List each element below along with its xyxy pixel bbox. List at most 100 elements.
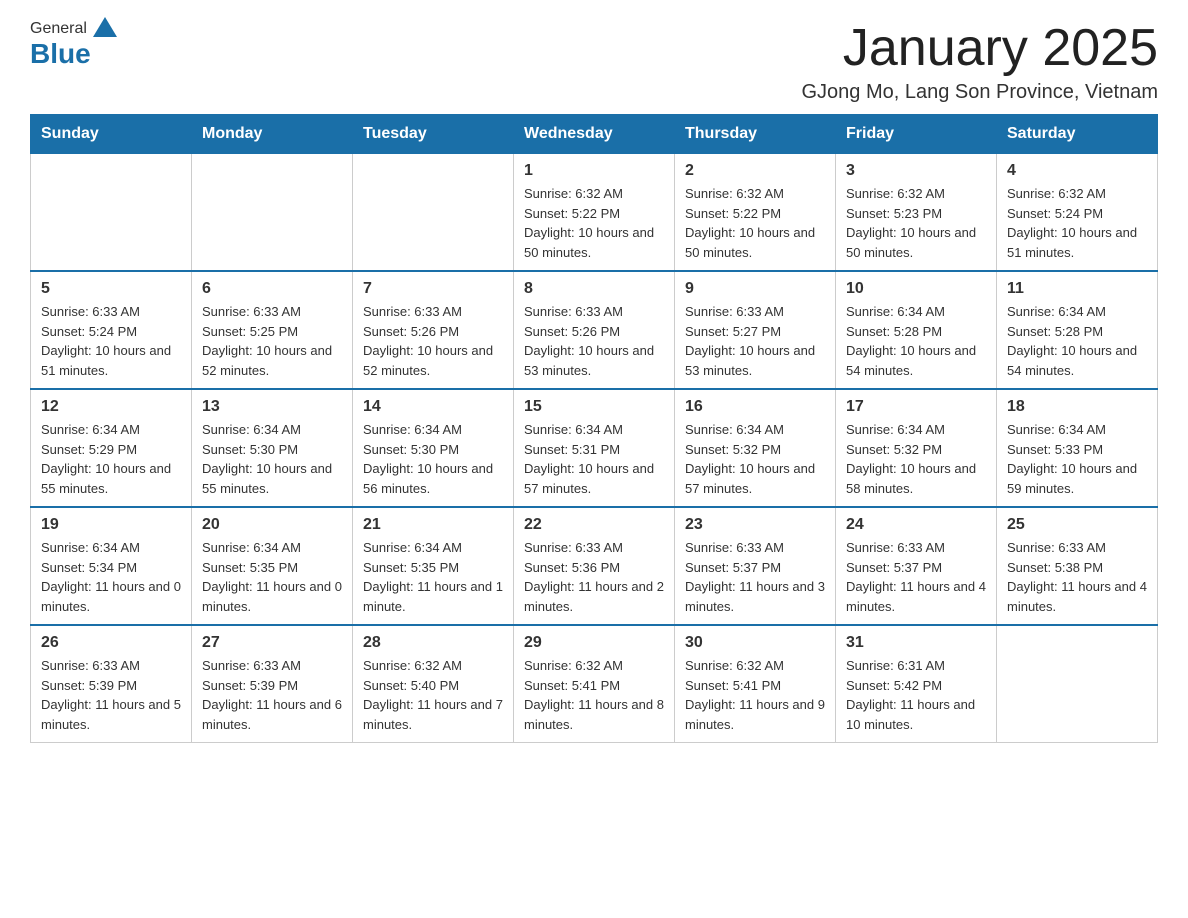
calendar-cell: 19 Sunrise: 6:34 AMSunset: 5:34 PMDayligh… — [31, 507, 192, 625]
day-info: Sunrise: 6:32 AMSunset: 5:41 PMDaylight:… — [524, 656, 664, 734]
day-info: Sunrise: 6:33 AMSunset: 5:27 PMDaylight:… — [685, 302, 825, 380]
day-info: Sunrise: 6:32 AMSunset: 5:41 PMDaylight:… — [685, 656, 825, 734]
day-info: Sunrise: 6:34 AMSunset: 5:35 PMDaylight:… — [202, 538, 342, 616]
calendar-cell: 24Sunrise: 6:33 AMSunset: 5:37 PMDayligh… — [836, 507, 997, 625]
day-number: 30 — [685, 634, 825, 652]
day-number: 11 — [1007, 280, 1147, 298]
col-monday: Monday — [192, 115, 353, 154]
calendar-cell — [31, 154, 192, 272]
day-number: 22 — [524, 516, 664, 534]
day-number: 8 — [524, 280, 664, 298]
col-thursday: Thursday — [675, 115, 836, 154]
day-info: Sunrise: 6:34 AMSunset: 5:30 PMDaylight:… — [363, 420, 503, 498]
page-header: General Blue January 2025 GJong Mo, Lang… — [30, 20, 1158, 104]
day-info: Sunrise: 6:32 AMSunset: 5:22 PMDaylight:… — [685, 184, 825, 262]
day-number: 7 — [363, 280, 503, 298]
page-subtitle: GJong Mo, Lang Son Province, Vietnam — [801, 81, 1158, 104]
day-number: 10 — [846, 280, 986, 298]
title-block: January 2025 GJong Mo, Lang Son Province… — [801, 20, 1158, 104]
day-info: Sunrise: 6:34 AMSunset: 5:31 PMDaylight:… — [524, 420, 664, 498]
day-number: 31 — [846, 634, 986, 652]
calendar-cell: 12 Sunrise: 6:34 AMSunset: 5:29 PMDayligh… — [31, 389, 192, 507]
calendar-cell — [353, 154, 514, 272]
day-info: Sunrise: 6:32 AMSunset: 5:24 PMDaylight:… — [1007, 184, 1147, 262]
calendar-body: 1 Sunrise: 6:32 AMSunset: 5:22 PMDaylight… — [31, 154, 1158, 743]
day-info: Sunrise: 6:33 AMSunset: 5:26 PMDaylight:… — [363, 302, 503, 380]
day-info: Sunrise: 6:34 AMSunset: 5:32 PMDaylight:… — [846, 420, 986, 498]
calendar-cell: 22Sunrise: 6:33 AMSunset: 5:36 PMDayligh… — [514, 507, 675, 625]
day-number: 13 — [202, 398, 342, 416]
calendar-cell: 13 Sunrise: 6:34 AMSunset: 5:30 PMDayligh… — [192, 389, 353, 507]
day-number: 12 — [41, 398, 181, 416]
day-number: 18 — [1007, 398, 1147, 416]
day-info: Sunrise: 6:32 AMSunset: 5:22 PMDaylight:… — [524, 184, 664, 262]
day-number: 16 — [685, 398, 825, 416]
page-title: January 2025 — [801, 20, 1158, 77]
day-info: Sunrise: 6:33 AMSunset: 5:39 PMDaylight:… — [202, 656, 342, 734]
day-info: Sunrise: 6:34 AMSunset: 5:29 PMDaylight:… — [41, 420, 181, 498]
col-friday: Friday — [836, 115, 997, 154]
calendar-cell: 9 Sunrise: 6:33 AMSunset: 5:27 PMDaylight… — [675, 271, 836, 389]
day-number: 4 — [1007, 162, 1147, 180]
calendar-cell: 21Sunrise: 6:34 AMSunset: 5:35 PMDayligh… — [353, 507, 514, 625]
calendar-cell: 6Sunrise: 6:33 AMSunset: 5:25 PMDaylight… — [192, 271, 353, 389]
calendar-cell — [997, 625, 1158, 743]
day-number: 6 — [202, 280, 342, 298]
calendar-header: Sunday Monday Tuesday Wednesday Thursday… — [31, 115, 1158, 154]
day-info: Sunrise: 6:32 AMSunset: 5:40 PMDaylight:… — [363, 656, 503, 734]
calendar-cell: 18 Sunrise: 6:34 AMSunset: 5:33 PMDayligh… — [997, 389, 1158, 507]
day-info: Sunrise: 6:34 AMSunset: 5:34 PMDaylight:… — [41, 538, 181, 616]
day-number: 25 — [1007, 516, 1147, 534]
day-number: 26 — [41, 634, 181, 652]
calendar-cell: 27 Sunrise: 6:33 AMSunset: 5:39 PMDayligh… — [192, 625, 353, 743]
day-number: 29 — [524, 634, 664, 652]
calendar-cell: 2 Sunrise: 6:32 AMSunset: 5:22 PMDaylight… — [675, 154, 836, 272]
day-info: Sunrise: 6:34 AMSunset: 5:28 PMDaylight:… — [1007, 302, 1147, 380]
day-number: 23 — [685, 516, 825, 534]
day-info: Sunrise: 6:33 AMSunset: 5:24 PMDaylight:… — [41, 302, 181, 380]
day-info: Sunrise: 6:34 AMSunset: 5:32 PMDaylight:… — [685, 420, 825, 498]
calendar-cell: 31 Sunrise: 6:31 AMSunset: 5:42 PMDayligh… — [836, 625, 997, 743]
day-info: Sunrise: 6:34 AMSunset: 5:33 PMDaylight:… — [1007, 420, 1147, 498]
day-number: 27 — [202, 634, 342, 652]
day-number: 2 — [685, 162, 825, 180]
day-number: 15 — [524, 398, 664, 416]
day-number: 24 — [846, 516, 986, 534]
calendar-cell: 20 Sunrise: 6:34 AMSunset: 5:35 PMDayligh… — [192, 507, 353, 625]
col-saturday: Saturday — [997, 115, 1158, 154]
day-number: 9 — [685, 280, 825, 298]
header-row: Sunday Monday Tuesday Wednesday Thursday… — [31, 115, 1158, 154]
calendar-cell: 10 Sunrise: 6:34 AMSunset: 5:28 PMDayligh… — [836, 271, 997, 389]
calendar-week-5: 26 Sunrise: 6:33 AMSunset: 5:39 PMDayligh… — [31, 625, 1158, 743]
calendar-cell — [192, 154, 353, 272]
calendar-week-1: 1 Sunrise: 6:32 AMSunset: 5:22 PMDaylight… — [31, 154, 1158, 272]
day-info: Sunrise: 6:31 AMSunset: 5:42 PMDaylight:… — [846, 656, 986, 734]
calendar-cell: 29 Sunrise: 6:32 AMSunset: 5:41 PMDayligh… — [514, 625, 675, 743]
calendar-cell: 11 Sunrise: 6:34 AMSunset: 5:28 PMDayligh… — [997, 271, 1158, 389]
calendar-cell: 7 Sunrise: 6:33 AMSunset: 5:26 PMDaylight… — [353, 271, 514, 389]
calendar-cell: 30 Sunrise: 6:32 AMSunset: 5:41 PMDayligh… — [675, 625, 836, 743]
day-info: Sunrise: 6:34 AMSunset: 5:30 PMDaylight:… — [202, 420, 342, 498]
calendar-cell: 8 Sunrise: 6:33 AMSunset: 5:26 PMDaylight… — [514, 271, 675, 389]
day-number: 3 — [846, 162, 986, 180]
calendar-cell: 28Sunrise: 6:32 AMSunset: 5:40 PMDayligh… — [353, 625, 514, 743]
col-wednesday: Wednesday — [514, 115, 675, 154]
day-info: Sunrise: 6:33 AMSunset: 5:37 PMDaylight:… — [685, 538, 825, 616]
day-number: 20 — [202, 516, 342, 534]
day-number: 14 — [363, 398, 503, 416]
calendar-cell: 15 Sunrise: 6:34 AMSunset: 5:31 PMDayligh… — [514, 389, 675, 507]
day-number: 5 — [41, 280, 181, 298]
day-number: 17 — [846, 398, 986, 416]
calendar-cell: 17 Sunrise: 6:34 AMSunset: 5:32 PMDayligh… — [836, 389, 997, 507]
calendar-week-2: 5 Sunrise: 6:33 AMSunset: 5:24 PMDaylight… — [31, 271, 1158, 389]
calendar-week-3: 12 Sunrise: 6:34 AMSunset: 5:29 PMDayligh… — [31, 389, 1158, 507]
calendar-cell: 1 Sunrise: 6:32 AMSunset: 5:22 PMDaylight… — [514, 154, 675, 272]
day-info: Sunrise: 6:33 AMSunset: 5:39 PMDaylight:… — [41, 656, 181, 734]
calendar-cell: 23 Sunrise: 6:33 AMSunset: 5:37 PMDayligh… — [675, 507, 836, 625]
day-number: 19 — [41, 516, 181, 534]
logo-triangle-icon — [93, 17, 117, 37]
day-info: Sunrise: 6:34 AMSunset: 5:28 PMDaylight:… — [846, 302, 986, 380]
day-info: Sunrise: 6:33 AMSunset: 5:26 PMDaylight:… — [524, 302, 664, 380]
day-number: 1 — [524, 162, 664, 180]
col-sunday: Sunday — [31, 115, 192, 154]
